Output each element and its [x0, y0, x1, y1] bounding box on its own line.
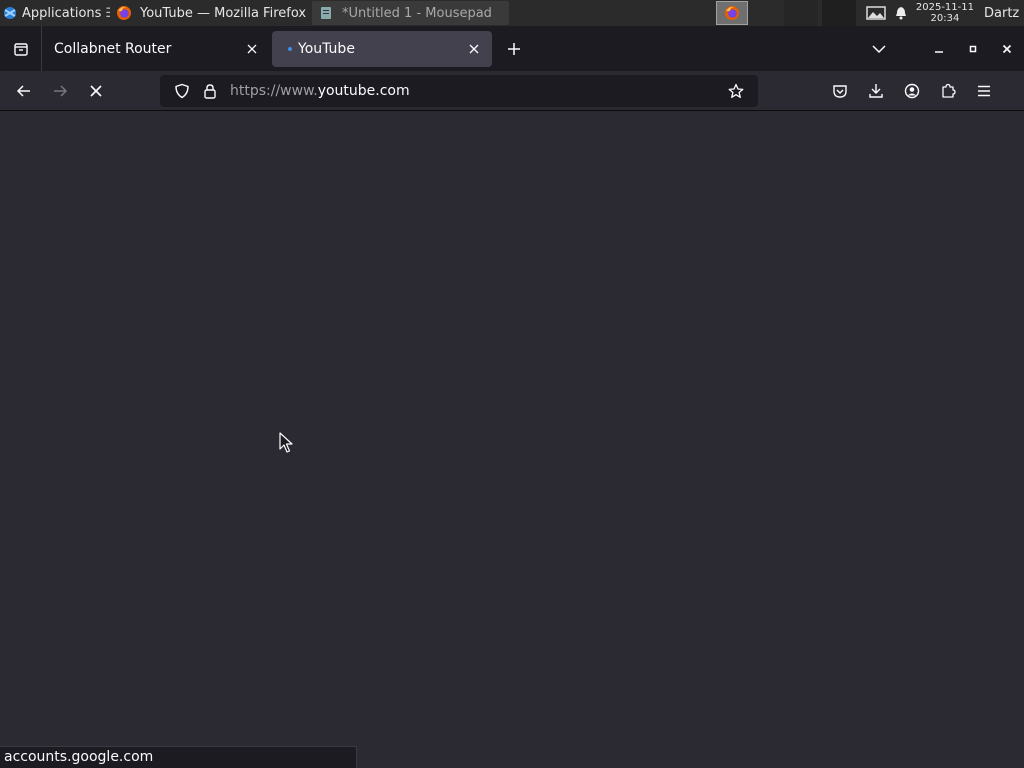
firefox-view-icon: [13, 42, 28, 56]
workspace-2-button[interactable]: [783, 0, 818, 26]
stop-loading-button[interactable]: [78, 75, 114, 107]
app-menu-button[interactable]: [966, 75, 1002, 107]
toolbar-right: [822, 75, 1002, 107]
maximize-icon: [969, 45, 977, 52]
maximize-button[interactable]: [956, 26, 990, 71]
chevron-down-icon: [872, 44, 886, 53]
puzzle-icon: [942, 83, 956, 98]
clock-time: 20:34: [930, 13, 960, 24]
extensions-button[interactable]: [930, 75, 966, 107]
plus-icon: [508, 42, 520, 55]
minimize-button[interactable]: [922, 26, 956, 71]
display-icon[interactable]: [866, 6, 886, 20]
arrow-right-icon: [54, 84, 68, 97]
forward-button[interactable]: [42, 75, 78, 107]
tab-label: Collabnet Router: [54, 40, 172, 57]
taskbar-item-label: *Untitled 1 - Mousepad: [342, 5, 492, 21]
taskbar-item-firefox[interactable]: YouTube — Mozilla Firefox: [110, 1, 310, 25]
tab-close-button[interactable]: [466, 41, 482, 57]
workspace-1-button[interactable]: [715, 1, 748, 25]
pocket-icon: [833, 84, 847, 98]
xfce-logo-icon: [4, 7, 16, 19]
site-info-button[interactable]: [196, 77, 224, 105]
close-icon: [247, 44, 257, 53]
url-bar[interactable]: https://www.youtube.com: [160, 74, 758, 107]
account-icon: [904, 83, 920, 98]
page-content[interactable]: accounts.google.com: [0, 112, 1024, 768]
taskbar-item-label: YouTube — Mozilla Firefox: [140, 5, 307, 21]
download-icon: [869, 83, 883, 98]
lock-icon: [204, 83, 216, 99]
applications-menu-button[interactable]: Applications ☰: [0, 0, 110, 26]
firefox-icon: [724, 6, 739, 20]
close-icon: [90, 84, 102, 97]
top-panel: Applications ☰ YouTube — Mozilla Firefox…: [0, 0, 1024, 26]
notification-bell-icon[interactable]: [894, 6, 908, 20]
url-text[interactable]: https://www.youtube.com: [230, 83, 722, 99]
tab-close-button[interactable]: [244, 41, 260, 57]
back-button[interactable]: [6, 75, 42, 107]
system-tray: [866, 6, 908, 20]
workspace-3-button[interactable]: [821, 0, 856, 26]
tab-collabnet-router[interactable]: Collabnet Router: [42, 31, 270, 67]
new-tab-button[interactable]: [498, 33, 530, 65]
close-icon: [469, 44, 479, 53]
tab-youtube[interactable]: YouTube: [272, 30, 492, 67]
pocket-button[interactable]: [822, 75, 858, 107]
navigation-toolbar: https://www.youtube.com: [0, 71, 1024, 111]
firefox-view-button[interactable]: [0, 26, 42, 71]
mousepad-icon: [321, 7, 331, 19]
hamburger-menu-icon: [978, 85, 990, 96]
close-icon: [1002, 44, 1012, 53]
shield-icon: [175, 83, 189, 98]
url-protocol: https://www.: [230, 82, 318, 99]
arrow-left-icon: [16, 84, 30, 97]
tab-label: YouTube: [298, 40, 355, 57]
bookmark-star-button[interactable]: [722, 77, 750, 105]
minimize-icon: [935, 50, 943, 53]
taskbar-item-mousepad[interactable]: *Untitled 1 - Mousepad: [312, 1, 509, 25]
tracking-protection-button[interactable]: [168, 77, 196, 105]
star-icon: [728, 83, 744, 98]
firefox-icon: [117, 6, 131, 20]
mouse-cursor-icon: [279, 432, 293, 453]
applications-menu-label: Applications: [22, 5, 102, 21]
list-all-tabs-button[interactable]: [862, 26, 896, 71]
loading-indicator: [288, 46, 292, 51]
clock-date: 2025-11-11: [915, 2, 974, 13]
user-menu[interactable]: Dartz: [984, 6, 1024, 21]
clock[interactable]: 2025-11-11 20:34: [916, 2, 974, 24]
account-button[interactable]: [894, 75, 930, 107]
close-window-button[interactable]: [990, 26, 1024, 71]
tab-strip: Collabnet Router YouTube: [0, 26, 1024, 71]
status-link-tooltip: accounts.google.com: [0, 746, 357, 768]
url-host: youtube.com: [317, 82, 410, 99]
downloads-button[interactable]: [858, 75, 894, 107]
